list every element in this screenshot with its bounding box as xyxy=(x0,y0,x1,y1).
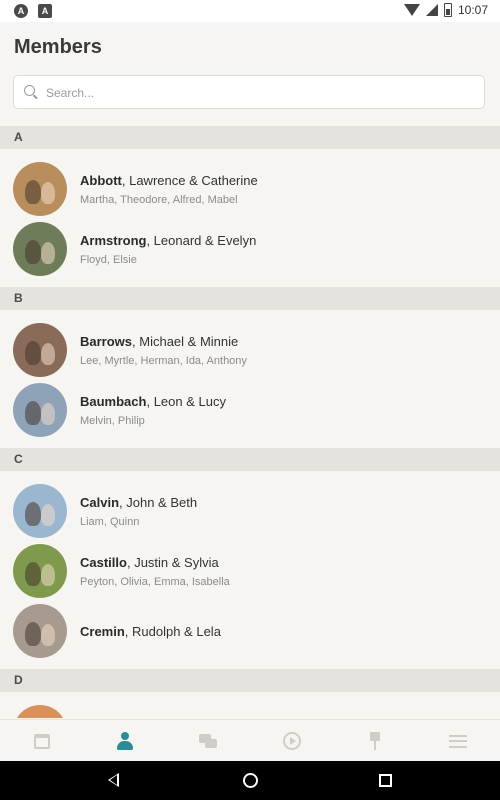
member-row[interactable]: Armstrong, Leonard & Evelyn Floyd, Elsie xyxy=(0,219,500,279)
system-nav-bar xyxy=(0,761,500,800)
status-bar: A A 10:07 xyxy=(0,0,500,22)
section-header: C xyxy=(0,448,500,471)
children: Martha, Theodore, Alfred, Mabel xyxy=(80,193,238,206)
children: Peyton, Olivia, Emma, Isabella xyxy=(80,575,230,588)
search-input[interactable] xyxy=(44,82,468,104)
parents: , Rudolph & Lela xyxy=(124,623,221,639)
section-d: D xyxy=(0,669,500,718)
wifi-icon xyxy=(403,4,420,16)
signal-icon xyxy=(425,4,438,16)
surname: Armstrong xyxy=(80,232,147,248)
parents: , Michael & Minnie xyxy=(132,333,239,349)
family-name: Cremin, Rudolph & Lela xyxy=(80,624,221,639)
member-row[interactable]: Abbott, Lawrence & Catherine Martha, The… xyxy=(0,159,500,219)
family-name: Abbott, Lawrence & Catherine xyxy=(80,173,258,188)
section-a: A Abbott, Lawrence & Catherine Martha, T… xyxy=(0,126,500,287)
family-name: Baumbach, Leon & Lucy xyxy=(80,394,226,409)
nav-events[interactable] xyxy=(0,720,83,762)
nav-members[interactable] xyxy=(83,720,166,762)
member-list[interactable]: A Abbott, Lawrence & Catherine Martha, T… xyxy=(0,126,500,718)
battery-icon xyxy=(443,3,452,17)
parents: , Leon & Lucy xyxy=(146,393,226,409)
member-row[interactable]: Calvin, John & Beth Liam, Quinn xyxy=(0,481,500,541)
parents: , Lawrence & Catherine xyxy=(121,172,258,188)
nav-messages[interactable] xyxy=(167,720,250,762)
back-icon[interactable] xyxy=(108,773,119,787)
pin-icon xyxy=(369,732,381,750)
member-row[interactable]: Barrows, Michael & Minnie Lee, Myrtle, H… xyxy=(0,320,500,380)
family-name: Armstrong, Leonard & Evelyn xyxy=(80,233,256,248)
status-time: 10:07 xyxy=(457,3,488,17)
nav-menu[interactable] xyxy=(417,720,500,762)
parents: , John & Beth xyxy=(119,494,198,510)
nav-pinned[interactable] xyxy=(333,720,416,762)
avatar xyxy=(13,705,67,718)
app-notification-icon: A xyxy=(14,4,28,18)
children: Lee, Myrtle, Herman, Ida, Anthony xyxy=(80,354,247,367)
children: Floyd, Elsie xyxy=(80,253,137,266)
avatar xyxy=(13,162,67,216)
play-icon xyxy=(282,732,301,750)
section-b: B Barrows, Michael & Minnie Lee, Myrtle,… xyxy=(0,287,500,448)
parents: , Leonard & Evelyn xyxy=(146,232,257,248)
section-header: D xyxy=(0,669,500,692)
calendar-icon xyxy=(33,733,50,749)
avatar xyxy=(13,383,67,437)
section-header: A xyxy=(0,126,500,149)
home-icon[interactable] xyxy=(243,773,258,788)
search-box[interactable] xyxy=(13,75,485,109)
surname: Calvin xyxy=(80,494,120,510)
member-row[interactable]: Cremin, Rudolph & Lela xyxy=(0,601,500,661)
section-header: B xyxy=(0,287,500,310)
avatar xyxy=(13,323,67,377)
children: Melvin, Philip xyxy=(80,414,145,427)
surname: Castillo xyxy=(80,554,127,570)
avatar xyxy=(13,604,67,658)
member-row[interactable] xyxy=(0,702,500,718)
app-notification-icon-2: A xyxy=(38,4,52,18)
person-icon xyxy=(116,732,134,750)
chat-icon xyxy=(199,734,218,748)
search-icon xyxy=(24,85,35,96)
family-name: Calvin, John & Beth xyxy=(80,495,197,510)
section-c: C Calvin, John & Beth Liam, Quinn Castil… xyxy=(0,448,500,669)
surname: Baumbach xyxy=(80,393,147,409)
recents-icon[interactable] xyxy=(379,774,392,787)
menu-icon xyxy=(449,734,468,748)
member-row[interactable]: Baumbach, Leon & Lucy Melvin, Philip xyxy=(0,380,500,440)
parents: , Justin & Sylvia xyxy=(126,554,219,570)
family-name: Castillo, Justin & Sylvia xyxy=(80,555,230,570)
nav-media[interactable] xyxy=(250,720,333,762)
member-row[interactable]: Castillo, Justin & Sylvia Peyton, Olivia… xyxy=(0,541,500,601)
page-title: Members xyxy=(14,36,102,58)
surname: Cremin xyxy=(80,623,125,639)
avatar xyxy=(13,484,67,538)
bottom-nav xyxy=(0,719,500,762)
avatar xyxy=(13,222,67,276)
family-name: Barrows, Michael & Minnie xyxy=(80,334,247,349)
children: Liam, Quinn xyxy=(80,515,140,528)
avatar xyxy=(13,544,67,598)
surname: Barrows xyxy=(80,333,133,349)
surname: Abbott xyxy=(80,172,122,188)
